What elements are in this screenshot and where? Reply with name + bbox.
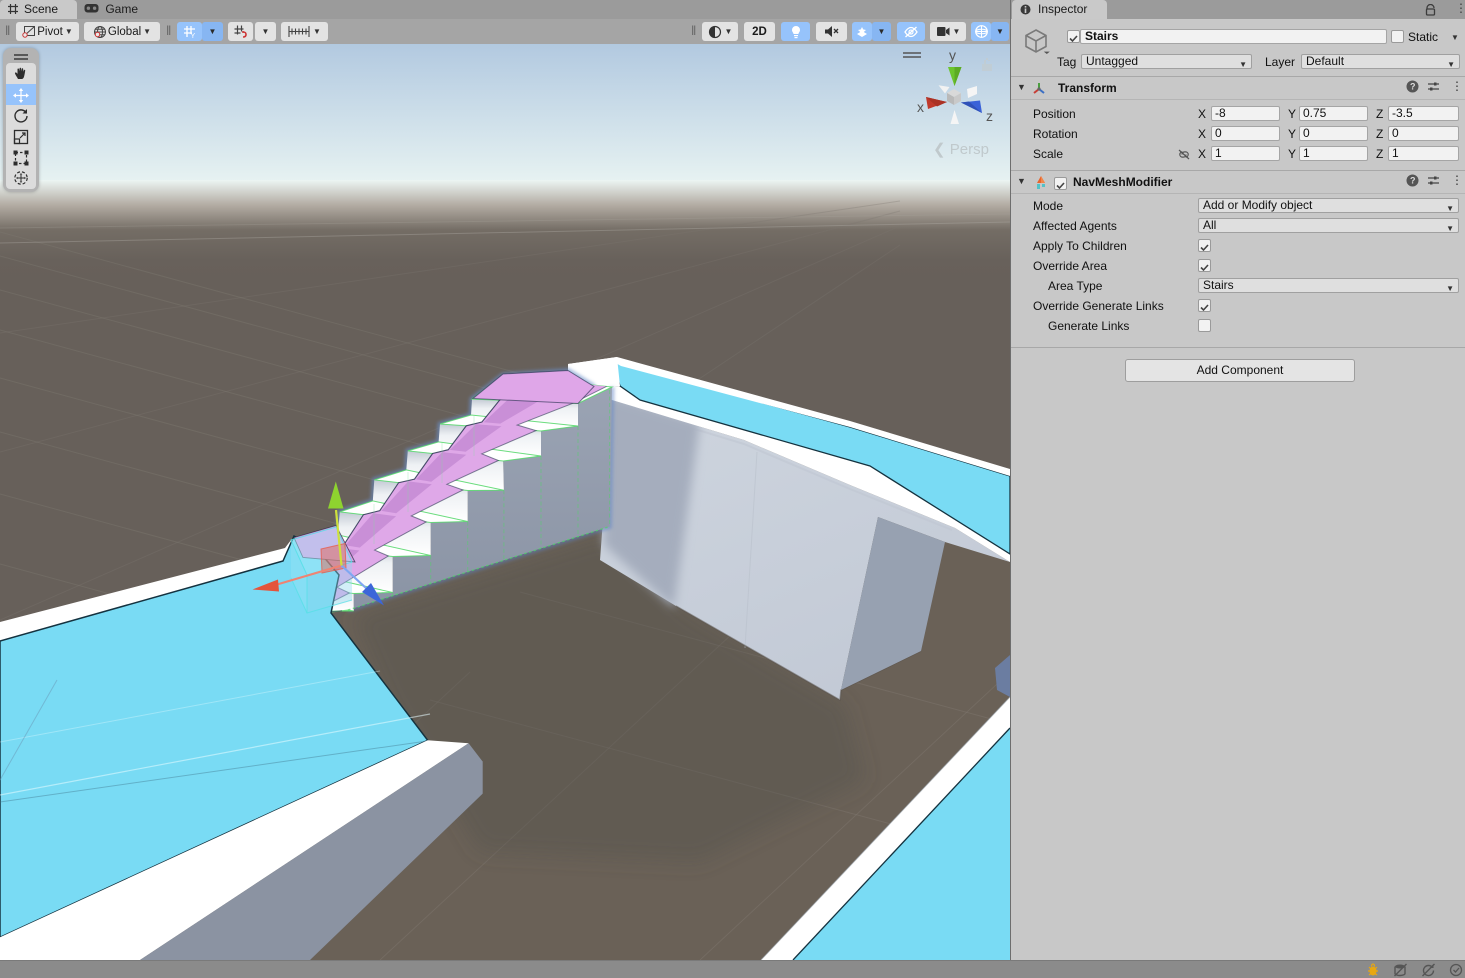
- svg-text:y: y: [949, 47, 956, 63]
- svg-text:z: z: [986, 108, 993, 124]
- svg-text:Y: Y: [191, 33, 196, 39]
- svg-text:x: x: [917, 99, 924, 115]
- svg-text:?: ?: [1410, 82, 1416, 92]
- svg-text:?: ?: [1410, 176, 1416, 186]
